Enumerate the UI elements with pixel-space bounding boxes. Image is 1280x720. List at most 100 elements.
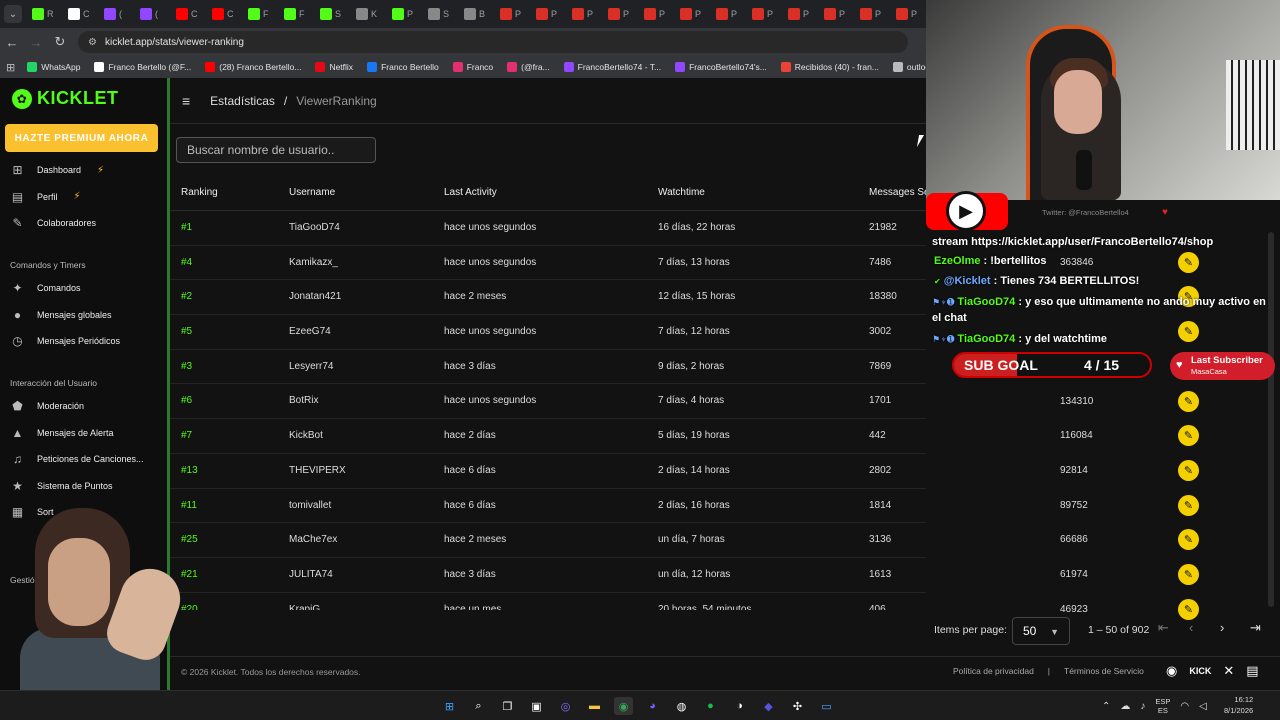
- edit-icon[interactable]: ✎: [1178, 425, 1199, 447]
- table-row[interactable]: #25 MaChe7ex hace 2 meses un día, 7 horas 31…: [170, 523, 926, 558]
- back-icon[interactable]: ←: [0, 35, 24, 50]
- premium-button[interactable]: HAZTE PREMIUM AHORA: [5, 124, 158, 152]
- sidebar-item[interactable]: ◷ Mensajes Periódicos: [10, 332, 120, 350]
- table-cell[interactable]: Lesyerr74: [289, 361, 333, 372]
- browser-tab[interactable]: F: [244, 3, 278, 25]
- bookmark[interactable]: outlook: [892, 62, 926, 72]
- bookmark[interactable]: Recibidos (40) - fran...: [780, 62, 879, 72]
- privacy-link[interactable]: Política de privacidad: [953, 666, 1034, 676]
- assistant-icon[interactable]: ◎: [556, 697, 575, 715]
- browser-tab[interactable]: P: [712, 3, 746, 25]
- document-icon[interactable]: ▤: [1246, 663, 1258, 679]
- table-cell[interactable]: tomivallet: [289, 500, 331, 511]
- reload-icon[interactable]: ↻: [48, 34, 72, 50]
- table-row[interactable]: #2 Jonatan421 hace 2 meses 12 días, 15 hora…: [170, 280, 926, 316]
- forward-icon[interactable]: →: [24, 35, 48, 50]
- table-cell[interactable]: JULITA74: [289, 569, 333, 580]
- table-cell[interactable]: KickBot: [289, 430, 323, 441]
- site-info-icon[interactable]: ⚙: [88, 37, 97, 48]
- kick-icon[interactable]: KICK: [1189, 666, 1211, 676]
- language-indicator[interactable]: ESP ES: [1155, 697, 1170, 715]
- sidebar-item[interactable]: ✎ Colaboradores: [10, 214, 96, 232]
- items-per-page-select[interactable]: 50 ▼: [1012, 617, 1070, 645]
- browser-tab[interactable]: S: [316, 3, 350, 25]
- discord-icon[interactable]: ◕: [643, 697, 662, 715]
- edit-icon[interactable]: ✎: [1178, 564, 1199, 585]
- table-row[interactable]: #13 THEVIPERX hace 6 días 2 días, 14 horas 2…: [170, 454, 926, 489]
- browser-tab[interactable]: F: [280, 3, 314, 25]
- steam-icon[interactable]: ◑: [730, 697, 749, 715]
- browser-tab[interactable]: S: [424, 3, 458, 25]
- table-cell[interactable]: THEVIPERX: [289, 465, 346, 476]
- bookmark[interactable]: Franco: [452, 62, 493, 72]
- browser-tab[interactable]: (: [100, 3, 134, 25]
- table-row[interactable]: #3 Lesyerr74 hace 3 días 9 días, 2 horas 786…: [170, 350, 926, 385]
- header-watchtime[interactable]: Watchtime: [658, 187, 705, 198]
- table-cell[interactable]: TiaGooD74: [289, 222, 340, 233]
- search-icon[interactable]: ⌕: [469, 697, 488, 715]
- bookmark[interactable]: FrancoBertello74 - T...: [563, 62, 661, 72]
- chrome-icon[interactable]: ◉: [614, 697, 633, 715]
- breadcrumb-estadisticas[interactable]: Estadísticas: [210, 94, 275, 108]
- browser-tab[interactable]: P: [388, 3, 422, 25]
- edit-icon[interactable]: ✎: [1178, 459, 1199, 481]
- edit-icon[interactable]: ✎: [1178, 529, 1199, 551]
- bookmark[interactable]: (28) Franco Bertello...: [205, 62, 301, 72]
- bookmark[interactable]: Franco Bertello (@F...: [94, 62, 191, 72]
- cloud-icon[interactable]: ☁: [1120, 701, 1130, 712]
- table-cell[interactable]: Kamikazx_: [289, 257, 338, 268]
- remote-icon[interactable]: ▭: [817, 697, 836, 715]
- browser-tab[interactable]: P: [640, 3, 674, 25]
- browser-tab[interactable]: P: [496, 3, 530, 25]
- terms-link[interactable]: Términos de Servicio: [1064, 666, 1144, 676]
- kicklet-logo[interactable]: ✿ KICKLET: [12, 88, 119, 109]
- browser-tab[interactable]: P: [856, 3, 890, 25]
- sidebar-item[interactable]: ♫ Peticiones de Canciones...: [10, 450, 144, 468]
- browser-tab[interactable]: (: [136, 3, 170, 25]
- bookmark[interactable]: Netflix: [315, 62, 353, 72]
- apps-icon[interactable]: ⊞: [6, 61, 15, 74]
- browser-tab[interactable]: P: [568, 3, 602, 25]
- edit-icon[interactable]: ✎: [1178, 390, 1199, 412]
- menu-toggle-icon[interactable]: ≡: [182, 93, 190, 109]
- sidebar-item[interactable]: ▲ Mensajes de Alerta: [10, 424, 114, 442]
- task-view-icon[interactable]: ❐: [498, 697, 517, 715]
- table-cell[interactable]: BotRix: [289, 395, 318, 406]
- browser-tab[interactable]: P: [604, 3, 638, 25]
- url-input[interactable]: ⚙ kicklet.app/stats/viewer-ranking: [78, 31, 908, 53]
- browser-tab[interactable]: P: [748, 3, 782, 25]
- network-app-icon[interactable]: ✣: [788, 697, 807, 715]
- sidebar-item[interactable]: ▤ Perfil ⚡: [10, 188, 81, 206]
- table-row[interactable]: #1 TiaGooD74 hace unos segundos 16 días, 22…: [170, 211, 926, 246]
- x-icon[interactable]: ✕: [1223, 663, 1234, 679]
- bookmark[interactable]: WhatsApp: [27, 62, 80, 72]
- browser-tab[interactable]: B: [460, 3, 494, 25]
- header-ranking[interactable]: Ranking: [181, 187, 218, 198]
- table-row[interactable]: #21 JULITA74 hace 3 días un día, 12 horas 16…: [170, 558, 926, 593]
- browser-tab[interactable]: C: [64, 3, 98, 25]
- header-last-activity[interactable]: Last Activity: [444, 187, 497, 198]
- header-messages[interactable]: Messages Se: [869, 187, 926, 198]
- table-row[interactable]: #11 tomivallet hace 6 días 2 días, 16 horas…: [170, 489, 926, 524]
- tab-search-icon[interactable]: ⌄: [4, 5, 22, 23]
- browser-tab[interactable]: C: [208, 3, 242, 25]
- next-page-icon[interactable]: ›: [1220, 620, 1224, 635]
- folder-icon[interactable]: ▬: [585, 697, 604, 715]
- wifi-icon[interactable]: ◠: [1180, 701, 1189, 712]
- table-cell[interactable]: EzeeG74: [289, 326, 331, 337]
- sidebar-item[interactable]: ⊞ Dashboard ⚡: [10, 161, 104, 179]
- browser-tab[interactable]: P: [784, 3, 818, 25]
- browser-tab[interactable]: P: [532, 3, 566, 25]
- browser-tab[interactable]: P: [820, 3, 854, 25]
- search-input[interactable]: [176, 137, 376, 163]
- discord-icon[interactable]: ◉: [1166, 663, 1177, 679]
- spotify-icon[interactable]: ●: [701, 697, 720, 715]
- header-username[interactable]: Username: [289, 187, 335, 198]
- tray-chevron-icon[interactable]: ⌃: [1102, 701, 1110, 712]
- table-row[interactable]: #4 Kamikazx_ hace unos segundos 7 días, 13 …: [170, 246, 926, 281]
- prev-page-icon[interactable]: ‹: [1189, 620, 1193, 635]
- table-cell[interactable]: MaChe7ex: [289, 534, 337, 545]
- table-row[interactable]: #7 KickBot hace 2 días 5 días, 19 horas 442: [170, 419, 926, 454]
- store-icon[interactable]: ▣: [527, 697, 546, 715]
- bookmark[interactable]: FrancoBertello74's...: [675, 62, 767, 72]
